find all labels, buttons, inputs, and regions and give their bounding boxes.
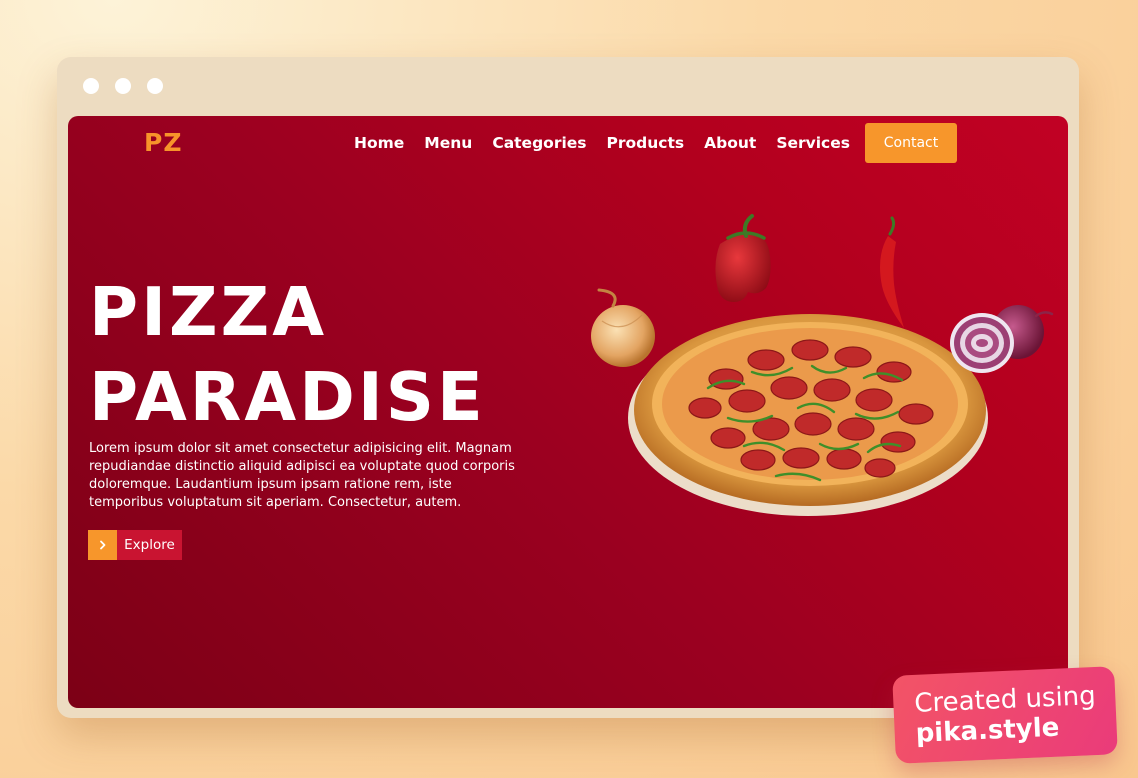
window-dot-maximize[interactable] bbox=[147, 78, 163, 94]
window-dot-close[interactable] bbox=[83, 78, 99, 94]
onion-icon bbox=[591, 288, 655, 367]
created-with-badge[interactable]: Created using pika.style bbox=[892, 666, 1118, 764]
website-screen: PZ Home Menu Categories Products About S… bbox=[68, 116, 1068, 708]
bell-pepper-icon bbox=[715, 214, 771, 302]
window-dot-minimize[interactable] bbox=[115, 78, 131, 94]
red-onion-icon bbox=[950, 305, 1054, 373]
badge-line-2: pika.style bbox=[915, 712, 1060, 749]
browser-window: PZ Home Menu Categories Products About S… bbox=[57, 57, 1079, 718]
pizza-illustration bbox=[591, 214, 1054, 516]
chili-pepper-icon bbox=[880, 216, 904, 328]
window-controls bbox=[83, 78, 163, 94]
